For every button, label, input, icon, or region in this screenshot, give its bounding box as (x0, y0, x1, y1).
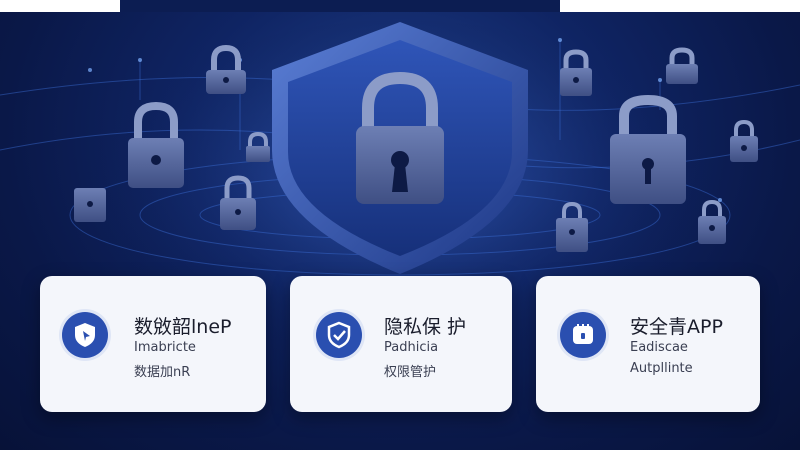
card-title: 数敓韶lneP (134, 316, 232, 338)
card-subtitle: Padhicia (384, 340, 439, 355)
lock-icon (666, 47, 698, 84)
lock-icon (74, 188, 106, 222)
card-description: 权限管护 (384, 365, 437, 380)
lock-icon (730, 119, 758, 162)
card-title: 安全青APP (630, 316, 723, 338)
feature-card-data-protection[interactable]: 数敓韶lneP Imabricte 数据加nR (40, 276, 266, 412)
card-subtitle: Eadiscae (630, 340, 688, 355)
card-subtitle: Imabricte (134, 340, 196, 355)
hero-banner: 数敓韶lneP Imabricte 数据加nR 隐私保 护 Padhicia 权… (0, 0, 800, 450)
shield-cursor-icon (62, 312, 108, 358)
lock-app-icon (560, 312, 606, 358)
card-description: 数据加nR (134, 365, 191, 380)
feature-card-privacy[interactable]: 隐私保 护 Padhicia 权限管护 (290, 276, 512, 412)
feature-card-security-app[interactable]: 安全青APP Eadiscae Autpllinte (536, 276, 760, 412)
card-title: 隐私保 护 (384, 316, 467, 338)
card-description: Autpllinte (630, 361, 693, 376)
shield-check-icon (316, 312, 362, 358)
